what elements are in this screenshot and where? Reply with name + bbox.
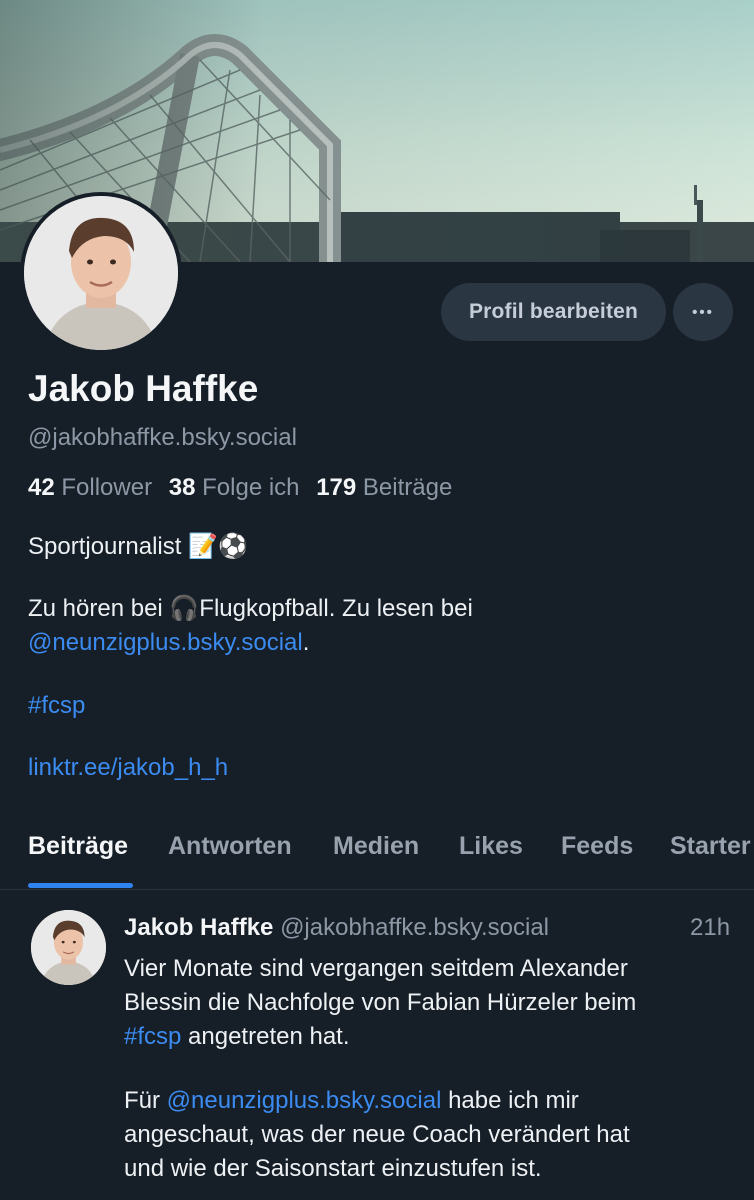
edit-profile-button[interactable]: Profil bearbeiten [441,283,666,341]
post-text-line: und wie der Saisonstart einzustufen ist. [124,1155,542,1182]
post-author-name[interactable]: Jakob Haffke [124,914,273,941]
posts-stat: 179 Beiträge [316,474,453,501]
post-author-handle[interactable]: @jakobhaffke.bsky.social [280,914,549,941]
tab-medien[interactable]: Medien [333,832,419,861]
post-text-line: Blessin die Nachfolge von Fabian Hürzele… [124,989,637,1016]
profile-handle: @jakobhaffke.bsky.social [28,424,297,451]
tab-feeds[interactable]: Feeds [561,832,633,861]
bio-mention-line: @neunzigplus.bsky.social. [28,629,310,656]
post-text-line: angeschaut, was der neue Coach verändert… [124,1121,630,1148]
post-hashtag-link[interactable]: #fcsp [124,1023,181,1050]
tab-antworten[interactable]: Antworten [168,832,292,861]
profile-screen: Profil bearbeiten ••• Jakob Haffke @jako… [0,0,754,1200]
active-tab-indicator [28,883,133,888]
ellipsis-icon: ••• [692,303,714,321]
bio-line: Zu hören bei 🎧Flugkopfball. Zu lesen bei [28,595,473,622]
more-options-button[interactable]: ••• [673,283,733,341]
post-text-line: Für @neunzigplus.bsky.social habe ich mi… [124,1087,579,1114]
followers-stat[interactable]: 42 Follower [28,474,152,501]
bio-website-link[interactable]: linktr.ee/jakob_h_h [28,751,728,785]
bio-hashtag-link[interactable]: #fcsp [28,689,728,723]
profile-avatar[interactable] [20,192,182,354]
profile-stats: 42 Follower 38 Folge ich 179 Beiträge [28,474,452,502]
post-mention-link[interactable]: @neunzigplus.bsky.social [167,1087,442,1114]
post-text-line: Vier Monate sind vergangen seitdem Alexa… [124,955,628,982]
post-timestamp[interactable]: 21h [690,914,730,942]
tab-starter[interactable]: Starter [670,832,751,861]
post-text-line: #fcsp angetreten hat. [124,1023,350,1050]
tab-likes[interactable]: Likes [459,832,523,861]
profile-display-name: Jakob Haffke [28,368,259,409]
profile-tabs: Beiträge Antworten Medien Likes Feeds St… [0,830,754,890]
bio-line: Sportjournalist 📝⚽ [28,533,248,560]
post-author-avatar[interactable] [31,910,106,985]
following-stat[interactable]: 38 Folge ich [169,474,300,501]
tab-beitraege[interactable]: Beiträge [28,832,128,861]
bio-mention-link[interactable]: @neunzigplus.bsky.social [28,629,303,656]
post-header: Jakob Haffke @jakobhaffke.bsky.social [124,914,549,942]
